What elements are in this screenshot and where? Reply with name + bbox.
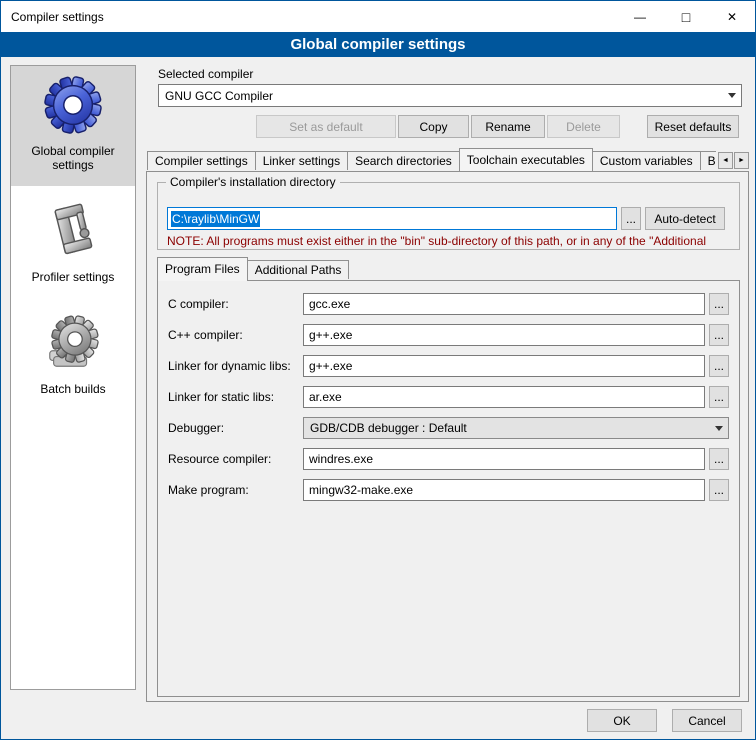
- program-files-panel: C compiler: ... C++ compiler: ... Linker…: [157, 280, 740, 697]
- installation-directory-input[interactable]: C:\raylib\MinGW: [167, 207, 617, 230]
- make-program-input[interactable]: [303, 479, 705, 501]
- page-title: Global compiler settings: [1, 32, 755, 57]
- make-program-label: Make program:: [168, 479, 249, 501]
- tab-build-options-truncated[interactable]: Buil: [700, 151, 716, 170]
- close-button[interactable]: ✕: [709, 1, 755, 32]
- c-compiler-label: C compiler:: [168, 293, 229, 315]
- selected-compiler-dropdown[interactable]: GNU GCC Compiler: [158, 84, 742, 107]
- resource-compiler-browse-button[interactable]: ...: [709, 448, 729, 470]
- cpp-compiler-browse-button[interactable]: ...: [709, 324, 729, 346]
- cpp-compiler-input[interactable]: [303, 324, 705, 346]
- form-row-debugger: Debugger: GDB/CDB debugger : Default: [158, 417, 739, 439]
- delete-button[interactable]: Delete: [547, 115, 620, 138]
- tabstrip-scroll-area: Compiler settings Linker settings Search…: [147, 147, 716, 171]
- c-compiler-browse-button[interactable]: ...: [709, 293, 729, 315]
- sidebar-item-label: Global compiler settings: [15, 144, 131, 172]
- sidebar-item-profiler-settings[interactable]: Profiler settings: [11, 192, 135, 298]
- tab-scroll-left-icon[interactable]: ◄: [718, 152, 733, 169]
- set-as-default-button[interactable]: Set as default: [256, 115, 396, 138]
- tab-search-directories[interactable]: Search directories: [347, 151, 460, 170]
- tab-compiler-settings[interactable]: Compiler settings: [147, 151, 256, 170]
- clamp-tool-icon: [42, 200, 104, 262]
- installation-note: NOTE: All programs must exist either in …: [167, 234, 745, 248]
- tab-scroll-buttons: ◄ ►: [718, 152, 749, 169]
- tab-custom-variables[interactable]: Custom variables: [592, 151, 701, 170]
- rename-button[interactable]: Rename: [471, 115, 545, 138]
- window-controls: — □ ✕: [617, 1, 755, 32]
- debugger-dropdown[interactable]: GDB/CDB debugger : Default: [303, 417, 729, 439]
- linker-static-label: Linker for static libs:: [168, 386, 274, 408]
- sidebar-item-label: Batch builds: [40, 382, 105, 396]
- cancel-button[interactable]: Cancel: [672, 709, 742, 732]
- form-row-linker-dynamic: Linker for dynamic libs: ...: [158, 355, 739, 377]
- maximize-button[interactable]: □: [663, 1, 709, 32]
- resource-compiler-input[interactable]: [303, 448, 705, 470]
- copy-button[interactable]: Copy: [398, 115, 469, 138]
- c-compiler-input[interactable]: [303, 293, 705, 315]
- linker-dynamic-label: Linker for dynamic libs:: [168, 355, 291, 377]
- settings-category-list: Global compiler settings: [10, 65, 136, 690]
- compiler-settings-window: Compiler settings — □ ✕ Global compiler …: [0, 0, 756, 740]
- blue-gear-icon: [42, 74, 104, 136]
- debugger-value: GDB/CDB debugger : Default: [310, 421, 467, 435]
- window-title: Compiler settings: [1, 10, 104, 24]
- linker-dynamic-input[interactable]: [303, 355, 705, 377]
- installation-directory-browse-button[interactable]: ...: [621, 207, 641, 230]
- linker-dynamic-browse-button[interactable]: ...: [709, 355, 729, 377]
- sidebar-item-batch-builds[interactable]: Batch builds: [11, 304, 135, 410]
- tab-program-files[interactable]: Program Files: [157, 257, 248, 281]
- minimize-button[interactable]: —: [617, 1, 663, 32]
- selected-compiler-label: Selected compiler: [158, 67, 253, 81]
- tab-linker-settings[interactable]: Linker settings: [255, 151, 348, 170]
- close-icon: ✕: [727, 10, 737, 24]
- debugger-label: Debugger:: [168, 417, 224, 439]
- maximize-icon: □: [682, 9, 690, 25]
- compiler-tabstrip: Compiler settings Linker settings Search…: [147, 147, 749, 171]
- cpp-compiler-label: C++ compiler:: [168, 324, 243, 346]
- auto-detect-button[interactable]: Auto-detect: [645, 207, 725, 230]
- tab-scroll-right-icon[interactable]: ►: [734, 152, 749, 169]
- reset-defaults-button[interactable]: Reset defaults: [647, 115, 739, 138]
- titlebar: Compiler settings — □ ✕: [1, 1, 755, 32]
- toolchain-executables-panel: Compiler's installation directory C:\ray…: [146, 171, 749, 702]
- make-program-browse-button[interactable]: ...: [709, 479, 729, 501]
- minimize-icon: —: [634, 10, 646, 24]
- installation-directory-group-label: Compiler's installation directory: [166, 175, 340, 189]
- form-row-resource-compiler: Resource compiler: ...: [158, 448, 739, 470]
- sidebar-item-label: Profiler settings: [32, 270, 115, 284]
- installation-directory-selected-text: C:\raylib\MinGW: [171, 211, 260, 227]
- ok-button[interactable]: OK: [587, 709, 657, 732]
- form-row-c-compiler: C compiler: ...: [158, 293, 739, 315]
- form-row-make-program: Make program: ...: [158, 479, 739, 501]
- resource-compiler-label: Resource compiler:: [168, 448, 271, 470]
- gray-gear-stack-icon: [42, 312, 104, 374]
- chevron-down-icon: [723, 86, 740, 105]
- tab-additional-paths[interactable]: Additional Paths: [247, 260, 350, 279]
- selected-compiler-value: GNU GCC Compiler: [165, 89, 273, 103]
- chevron-down-icon: [710, 419, 727, 437]
- form-row-cpp-compiler: C++ compiler: ...: [158, 324, 739, 346]
- sidebar-item-global-compiler-settings[interactable]: Global compiler settings: [11, 66, 135, 186]
- tab-toolchain-executables[interactable]: Toolchain executables: [459, 148, 593, 171]
- program-files-tabstrip: Program Files Additional Paths: [157, 256, 348, 280]
- linker-static-browse-button[interactable]: ...: [709, 386, 729, 408]
- form-row-linker-static: Linker for static libs: ...: [158, 386, 739, 408]
- linker-static-input[interactable]: [303, 386, 705, 408]
